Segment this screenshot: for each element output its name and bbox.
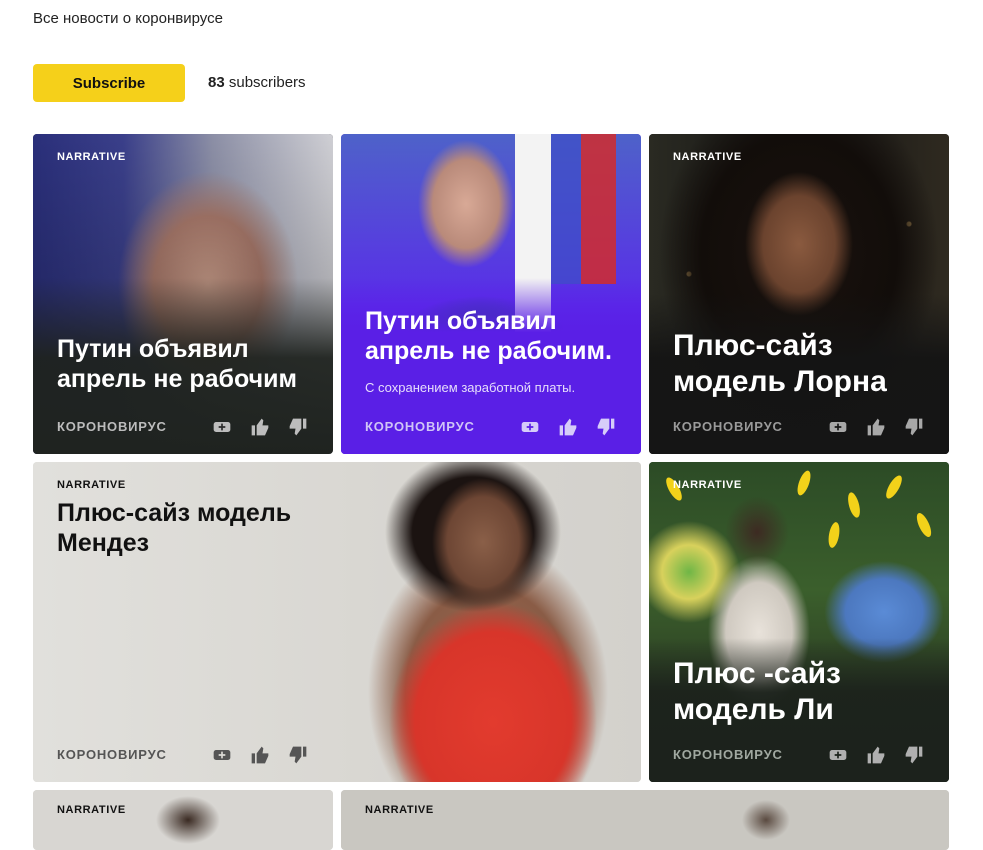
article-card[interactable]: NARRATIVE Плюс -сайз модель Ли КОРОНОВИР…: [649, 462, 949, 782]
thumbs-down-icon[interactable]: [901, 414, 927, 440]
card-title[interactable]: Путин объявил апрель не рабочим: [57, 334, 317, 394]
card-title[interactable]: Плюс-сайз модель Лорна: [673, 328, 933, 400]
article-card[interactable]: NARRATIVE Плюс-сайз модель Лорна КОРОНОВ…: [649, 134, 949, 454]
topic-tag[interactable]: КОРОНОВИРУС: [57, 747, 167, 762]
add-to-collection-icon[interactable]: [825, 414, 851, 440]
subscribers-count: 83 subscribers: [208, 74, 306, 91]
thumbs-up-icon[interactable]: [863, 742, 889, 768]
card-actions: [209, 414, 311, 440]
article-card[interactable]: Путин объявил апрель не рабочим. С сохра…: [341, 134, 641, 454]
article-card[interactable]: NARRATIVE Плюс-сайз модель Мендез КОРОНО…: [33, 462, 641, 782]
topic-tag[interactable]: КОРОНОВИРУС: [57, 419, 167, 434]
thumbs-up-icon[interactable]: [555, 414, 581, 440]
narrative-label: NARRATIVE: [57, 804, 126, 816]
card-title[interactable]: Плюс-сайз модель Мендез: [57, 498, 317, 558]
topic-tag[interactable]: КОРОНОВИРУС: [365, 419, 475, 434]
subscribers-number: 83: [208, 74, 225, 91]
topic-tag[interactable]: КОРОНОВИРУС: [673, 419, 783, 434]
add-to-collection-icon[interactable]: [825, 742, 851, 768]
add-to-collection-icon[interactable]: [209, 414, 235, 440]
card-actions: [209, 742, 311, 768]
thumbs-down-icon[interactable]: [593, 414, 619, 440]
card-title[interactable]: Путин объявил апрель не рабочим.: [365, 306, 635, 366]
card-actions: [517, 414, 619, 440]
article-card[interactable]: NARRATIVE: [33, 790, 333, 850]
narrative-label: NARRATIVE: [365, 804, 434, 816]
card-actions: [825, 742, 927, 768]
subscribe-button[interactable]: Subscribe: [33, 64, 185, 102]
subscribers-label: subscribers: [228, 74, 306, 91]
card-actions: [825, 414, 927, 440]
narrative-label: NARRATIVE: [57, 151, 126, 163]
card-subtitle: С сохранением заработной платы.: [365, 380, 576, 395]
article-card[interactable]: NARRATIVE: [341, 790, 949, 850]
narrative-label: NARRATIVE: [673, 151, 742, 163]
thumbs-up-icon[interactable]: [863, 414, 889, 440]
thumbs-up-icon[interactable]: [247, 414, 273, 440]
thumbs-up-icon[interactable]: [247, 742, 273, 768]
narrative-label: NARRATIVE: [673, 479, 742, 491]
thumbs-down-icon[interactable]: [901, 742, 927, 768]
narrative-label: NARRATIVE: [57, 479, 126, 491]
channel-description: Все новости о коронвирусе: [33, 10, 223, 27]
add-to-collection-icon[interactable]: [209, 742, 235, 768]
thumbs-down-icon[interactable]: [285, 414, 311, 440]
thumbs-down-icon[interactable]: [285, 742, 311, 768]
card-image: [341, 790, 949, 850]
card-image: [33, 790, 333, 850]
article-card[interactable]: NARRATIVE Путин объявил апрель не рабочи…: [33, 134, 333, 454]
card-title[interactable]: Плюс -сайз модель Ли: [673, 656, 933, 728]
add-to-collection-icon[interactable]: [517, 414, 543, 440]
topic-tag[interactable]: КОРОНОВИРУС: [673, 747, 783, 762]
